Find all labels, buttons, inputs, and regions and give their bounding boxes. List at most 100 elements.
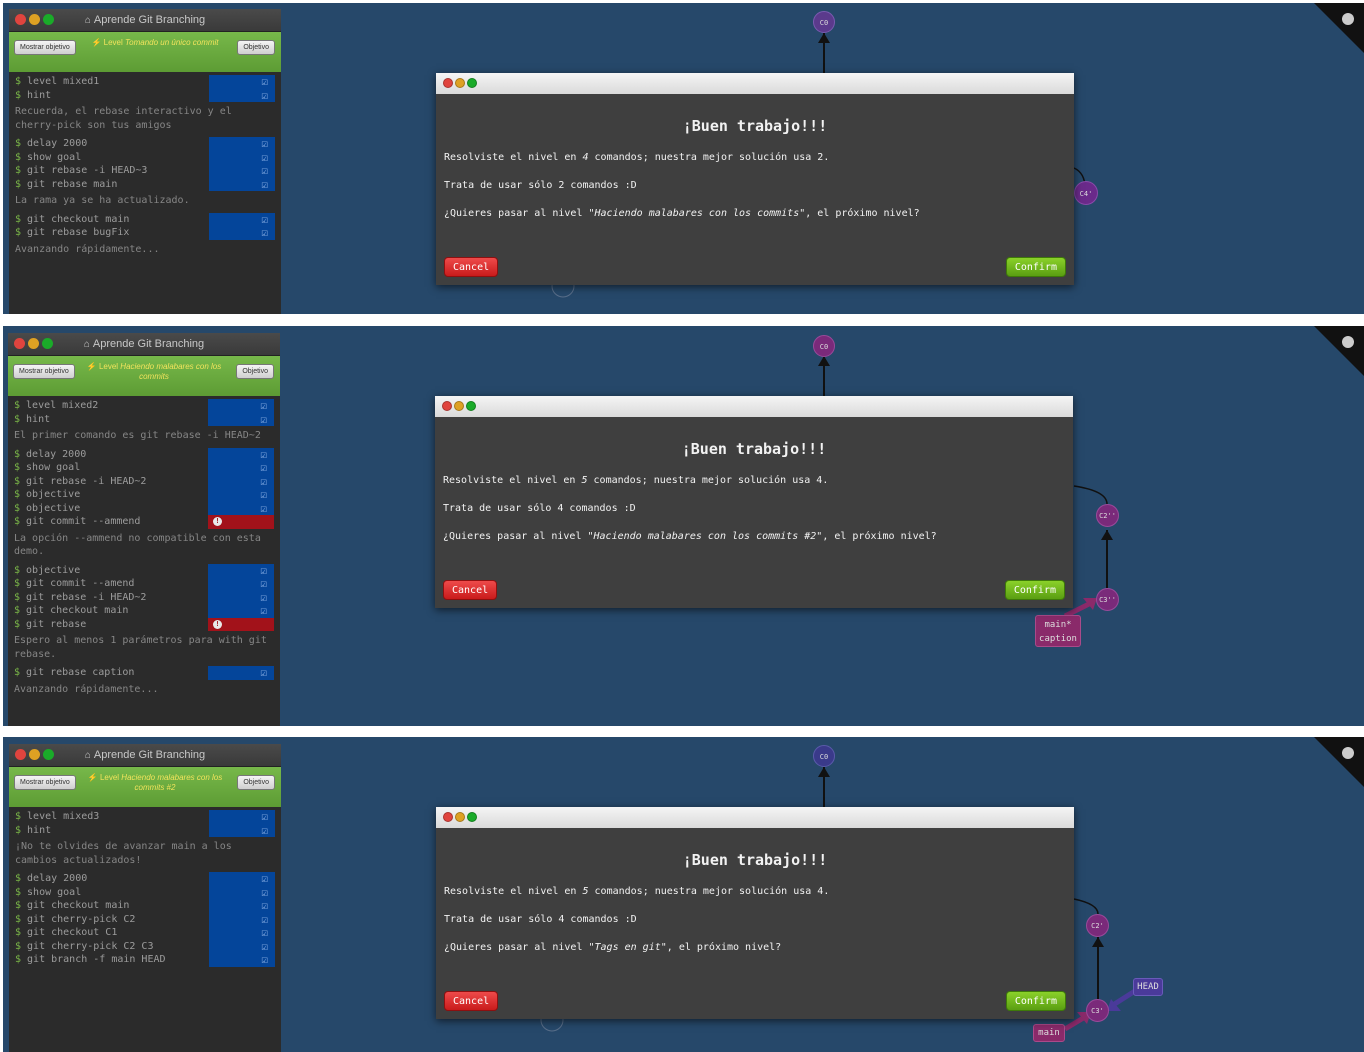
- checkbox-icon: ☑: [260, 590, 267, 604]
- prompt-symbol: $: [14, 475, 21, 487]
- prompt-symbol: $: [14, 578, 21, 589]
- level-panel-3: C0 C2' C3' main HEAD ⌂ Aprende Git Branch…: [3, 737, 1364, 1052]
- commit-node-c0[interactable]: C0: [813, 335, 835, 357]
- checkbox-icon: ☑: [260, 604, 267, 617]
- command-text: git branch -f main HEAD: [27, 954, 166, 965]
- home-icon: ⌂: [83, 339, 90, 350]
- prompt-symbol: $: [14, 502, 21, 514]
- modal-next-level-line: ¿Quieres pasar al nivel "Haciendo malaba…: [444, 208, 920, 219]
- terminal-command-line: $ git rebase bugFix ☑: [9, 226, 281, 240]
- modal-hint-line: Trata de usar sólo 4 comandos :D: [444, 914, 637, 925]
- terminal-output: $ level mixed1 ☑ $ hint ☑ Recuerda, el rebase …: [9, 72, 281, 261]
- commit-node-c4[interactable]: C4': [1074, 181, 1098, 205]
- checkbox-icon: ☑: [260, 488, 267, 501]
- octocat-corner-icon[interactable]: [1314, 737, 1364, 787]
- command-text: git commit --amend: [26, 578, 135, 589]
- commit-node-c0[interactable]: C0: [813, 11, 835, 33]
- close-dot-icon[interactable]: [443, 78, 453, 88]
- command-success-status: ☑: [209, 810, 275, 824]
- terminal-command-line: $ git checkout main ☑: [8, 604, 280, 618]
- commit-node-c3[interactable]: C3'': [1096, 588, 1119, 611]
- terminal-command-line: $ git cherry-pick C2 ☑: [9, 912, 281, 926]
- checkbox-icon: ☑: [261, 164, 268, 177]
- prompt-symbol: $: [15, 927, 22, 938]
- command-success-status: ☑: [209, 926, 275, 940]
- checkbox-icon: ☑: [260, 501, 267, 515]
- terminal-command-line: $ git rebase!: [8, 617, 280, 631]
- terminal-command-line: $ show goal ☑: [9, 150, 281, 164]
- maximize-dot-icon[interactable]: [466, 401, 476, 411]
- confirm-button[interactable]: Confirm: [1005, 257, 1066, 277]
- commit-node-c2[interactable]: C2': [1086, 914, 1109, 937]
- terminal-output-text: Recuerda, el rebase interactivo y el che…: [15, 106, 232, 131]
- terminal-command-line: $ git checkout main ☑: [9, 212, 281, 226]
- checkbox-icon: ☑: [261, 88, 268, 102]
- terminal-output-text: ¡No te olvides de avanzar main a los cam…: [15, 841, 232, 866]
- level-panel-1: C0 C4' ⌂ Aprende Git Branching Mostrar ob…: [3, 3, 1364, 314]
- checkbox-icon: ☑: [261, 953, 268, 966]
- terminal-window: ⌂ Aprende Git Branching Mostrar objetivo …: [9, 744, 281, 1052]
- terminal-command-line: $ git rebase -i HEAD~3 ☑: [9, 164, 281, 178]
- terminal-command-line: $ objective ☑: [8, 501, 280, 515]
- minimize-dot-icon[interactable]: [455, 812, 465, 822]
- checkbox-icon: ☑: [260, 412, 267, 426]
- command-success-status: ☑: [208, 666, 274, 680]
- command-success-status: ☑: [209, 899, 275, 913]
- terminal-command-line: $ show goal ☑: [9, 885, 281, 899]
- command-text: level mixed1: [27, 76, 100, 87]
- modal-titlebar: [436, 807, 1074, 828]
- branch-label[interactable]: main* caption: [1035, 615, 1081, 647]
- terminal-titlebar: ⌂ Aprende Git Branching: [9, 9, 281, 32]
- objective-button[interactable]: Objetivo: [237, 40, 275, 55]
- cancel-button[interactable]: Cancel: [444, 991, 499, 1011]
- checkbox-icon: ☑: [261, 939, 268, 953]
- octocat-corner-icon[interactable]: [1314, 326, 1364, 376]
- prompt-symbol: $: [14, 462, 21, 473]
- show-goal-button[interactable]: Mostrar objetivo: [13, 364, 75, 379]
- objective-button[interactable]: Objetivo: [237, 775, 275, 790]
- octocat-corner-icon[interactable]: [1314, 3, 1364, 53]
- command-text: objective: [26, 564, 81, 576]
- command-text: git rebase caption: [26, 667, 135, 678]
- main-branch-label[interactable]: main: [1033, 1024, 1065, 1042]
- commit-node-c3[interactable]: C3': [1086, 999, 1109, 1022]
- prompt-symbol: $: [14, 516, 21, 527]
- head-label[interactable]: HEAD: [1133, 978, 1163, 996]
- command-text: delay 2000: [26, 448, 87, 460]
- cancel-button[interactable]: Cancel: [444, 257, 499, 277]
- confirm-button[interactable]: Confirm: [1004, 580, 1065, 600]
- commit-node-c2[interactable]: C2'': [1096, 504, 1119, 527]
- prompt-symbol: $: [15, 178, 22, 190]
- objective-button[interactable]: Objetivo: [236, 364, 274, 379]
- minimize-dot-icon[interactable]: [455, 78, 465, 88]
- terminal-command-line: $ git checkout C1 ☑: [9, 926, 281, 940]
- cancel-button[interactable]: Cancel: [443, 580, 498, 600]
- terminal-window: ⌂ Aprende Git Branching Mostrar objetivo …: [8, 333, 280, 726]
- terminal-titlebar: ⌂ Aprende Git Branching: [8, 333, 280, 356]
- command-success-status: ☑: [208, 563, 274, 577]
- checkbox-icon: ☑: [261, 137, 268, 150]
- minimize-dot-icon[interactable]: [454, 401, 464, 411]
- maximize-dot-icon[interactable]: [467, 78, 477, 88]
- show-goal-button[interactable]: Mostrar objetivo: [14, 775, 76, 790]
- checkbox-icon: ☑: [261, 810, 268, 823]
- maximize-dot-icon[interactable]: [467, 812, 477, 822]
- command-error-status: !: [208, 617, 274, 631]
- show-goal-button[interactable]: Mostrar objetivo: [14, 40, 76, 55]
- window-title: ⌂ Aprende Git Branching: [84, 14, 206, 26]
- prompt-symbol: $: [14, 489, 21, 500]
- command-text: hint: [26, 413, 51, 425]
- commit-node-c0[interactable]: C0: [813, 745, 835, 767]
- checkbox-icon: ☑: [261, 177, 268, 191]
- home-icon: ⌂: [84, 750, 91, 761]
- checkbox-icon: ☑: [261, 823, 268, 837]
- confirm-button[interactable]: Confirm: [1005, 991, 1066, 1011]
- terminal-window: ⌂ Aprende Git Branching Mostrar objetivo …: [9, 9, 281, 314]
- terminal-command-line: $ git commit --amend ☑: [8, 577, 280, 591]
- terminal-command-line: $ hint ☑: [9, 823, 281, 837]
- window-title: ⌂ Aprende Git Branching: [84, 749, 206, 761]
- close-dot-icon[interactable]: [442, 401, 452, 411]
- close-dot-icon[interactable]: [443, 812, 453, 822]
- terminal-command-line: $ level mixed2 ☑: [8, 399, 280, 413]
- level-bar: Mostrar objetivo ⚡ Level Tomando un únic…: [9, 32, 281, 72]
